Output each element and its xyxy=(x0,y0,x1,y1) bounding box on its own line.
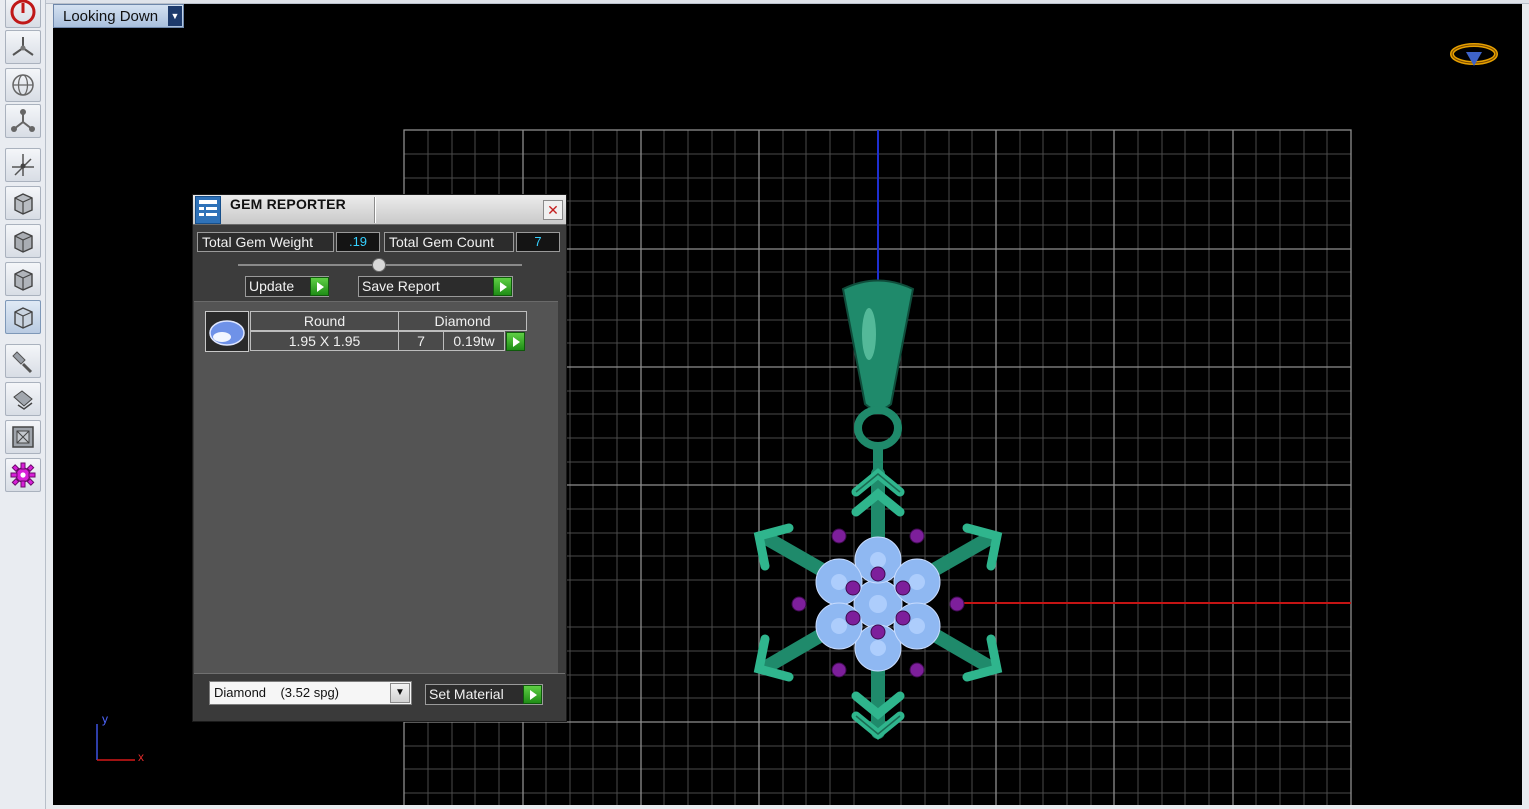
cube-front-icon xyxy=(14,193,33,215)
material-bar: Diamond (3.52 spg) ▼ Set Material xyxy=(194,673,565,721)
save-report-button[interactable]: Save Report xyxy=(358,276,513,297)
gem-row-go-icon[interactable] xyxy=(506,332,525,351)
cube-perspective-icon xyxy=(14,307,33,329)
panel-titlebar[interactable]: GEM REPORTER ✕ xyxy=(193,195,566,225)
cube-perspective-button[interactable] xyxy=(5,300,41,334)
view-mode-label: Looking Down xyxy=(63,7,159,25)
frame-icon xyxy=(12,426,34,448)
cube-side-button[interactable] xyxy=(5,224,41,258)
gem-reporter-panel: GEM REPORTER ✕ Total Gem Weight .19 Tota… xyxy=(192,194,567,722)
total-weight-value: .19 xyxy=(336,232,380,252)
cube-side-icon xyxy=(14,231,33,253)
navigate-icon xyxy=(12,37,34,56)
pivot-icon xyxy=(11,109,35,132)
axis-indicator xyxy=(96,724,135,761)
move-axes-button[interactable] xyxy=(5,148,41,182)
close-button[interactable]: ✕ xyxy=(543,200,563,220)
cube-top-icon xyxy=(14,269,33,291)
round-gem-icon xyxy=(205,311,249,352)
divider-handle[interactable] xyxy=(372,258,386,272)
left-toolbar xyxy=(0,0,46,809)
material-button[interactable] xyxy=(5,382,41,416)
frame-button[interactable] xyxy=(5,420,41,454)
power-icon xyxy=(10,0,36,25)
move-axes-icon xyxy=(12,154,34,176)
save-report-go-icon[interactable] xyxy=(493,277,512,296)
set-material-go-icon[interactable] xyxy=(523,685,542,704)
close-icon: ✕ xyxy=(547,202,559,218)
total-count-value: 7 xyxy=(516,232,560,252)
gem-shape-header: Round xyxy=(250,311,399,331)
material-select[interactable]: Diamond (3.52 spg) ▼ xyxy=(209,681,412,705)
pivot-button[interactable] xyxy=(5,104,41,138)
report-list: Round Diamond 1.95 X 1.95 7 0.19tw xyxy=(194,301,558,673)
chevron-down-icon: ▼ xyxy=(168,6,182,26)
gem-weight-cell: 0.19tw xyxy=(443,331,505,351)
compass-icon xyxy=(1450,43,1498,66)
total-weight-label: Total Gem Weight xyxy=(197,232,334,252)
paint-button[interactable] xyxy=(5,344,41,378)
cube-top-button[interactable] xyxy=(5,262,41,296)
update-label: Update xyxy=(249,278,295,294)
panel-title: GEM REPORTER xyxy=(230,196,346,212)
material-icon xyxy=(13,390,33,410)
gem-size-cell: 1.95 X 1.95 xyxy=(250,331,399,351)
gem-count-cell: 7 xyxy=(398,331,444,351)
cube-front-button[interactable] xyxy=(5,186,41,220)
set-material-label: Set Material xyxy=(429,686,504,702)
update-go-icon[interactable] xyxy=(310,277,329,296)
power-button[interactable] xyxy=(5,0,41,28)
navigate-button[interactable] xyxy=(5,30,41,64)
pendant-model xyxy=(753,279,1003,740)
axis-y-label: y xyxy=(102,712,108,726)
globe-button[interactable] xyxy=(5,68,41,102)
report-icon xyxy=(195,196,221,224)
gem-type-header: Diamond xyxy=(398,311,527,331)
axis-x-label: x xyxy=(138,750,144,764)
globe-icon xyxy=(12,74,34,96)
view-mode-dropdown[interactable]: Looking Down ▼ xyxy=(53,4,184,28)
gear-icon xyxy=(10,462,36,488)
title-separator xyxy=(374,197,376,223)
total-count-label: Total Gem Count xyxy=(384,232,514,252)
chevron-down-icon: ▼ xyxy=(390,683,410,703)
paint-icon xyxy=(12,351,33,374)
material-selected-value: Diamond (3.52 spg) xyxy=(214,685,340,700)
gear-button[interactable] xyxy=(5,458,41,492)
app-window: Looking Down ▼ y x GEM REPORTER ✕ Total … xyxy=(0,0,1529,809)
save-report-label: Save Report xyxy=(362,278,440,294)
